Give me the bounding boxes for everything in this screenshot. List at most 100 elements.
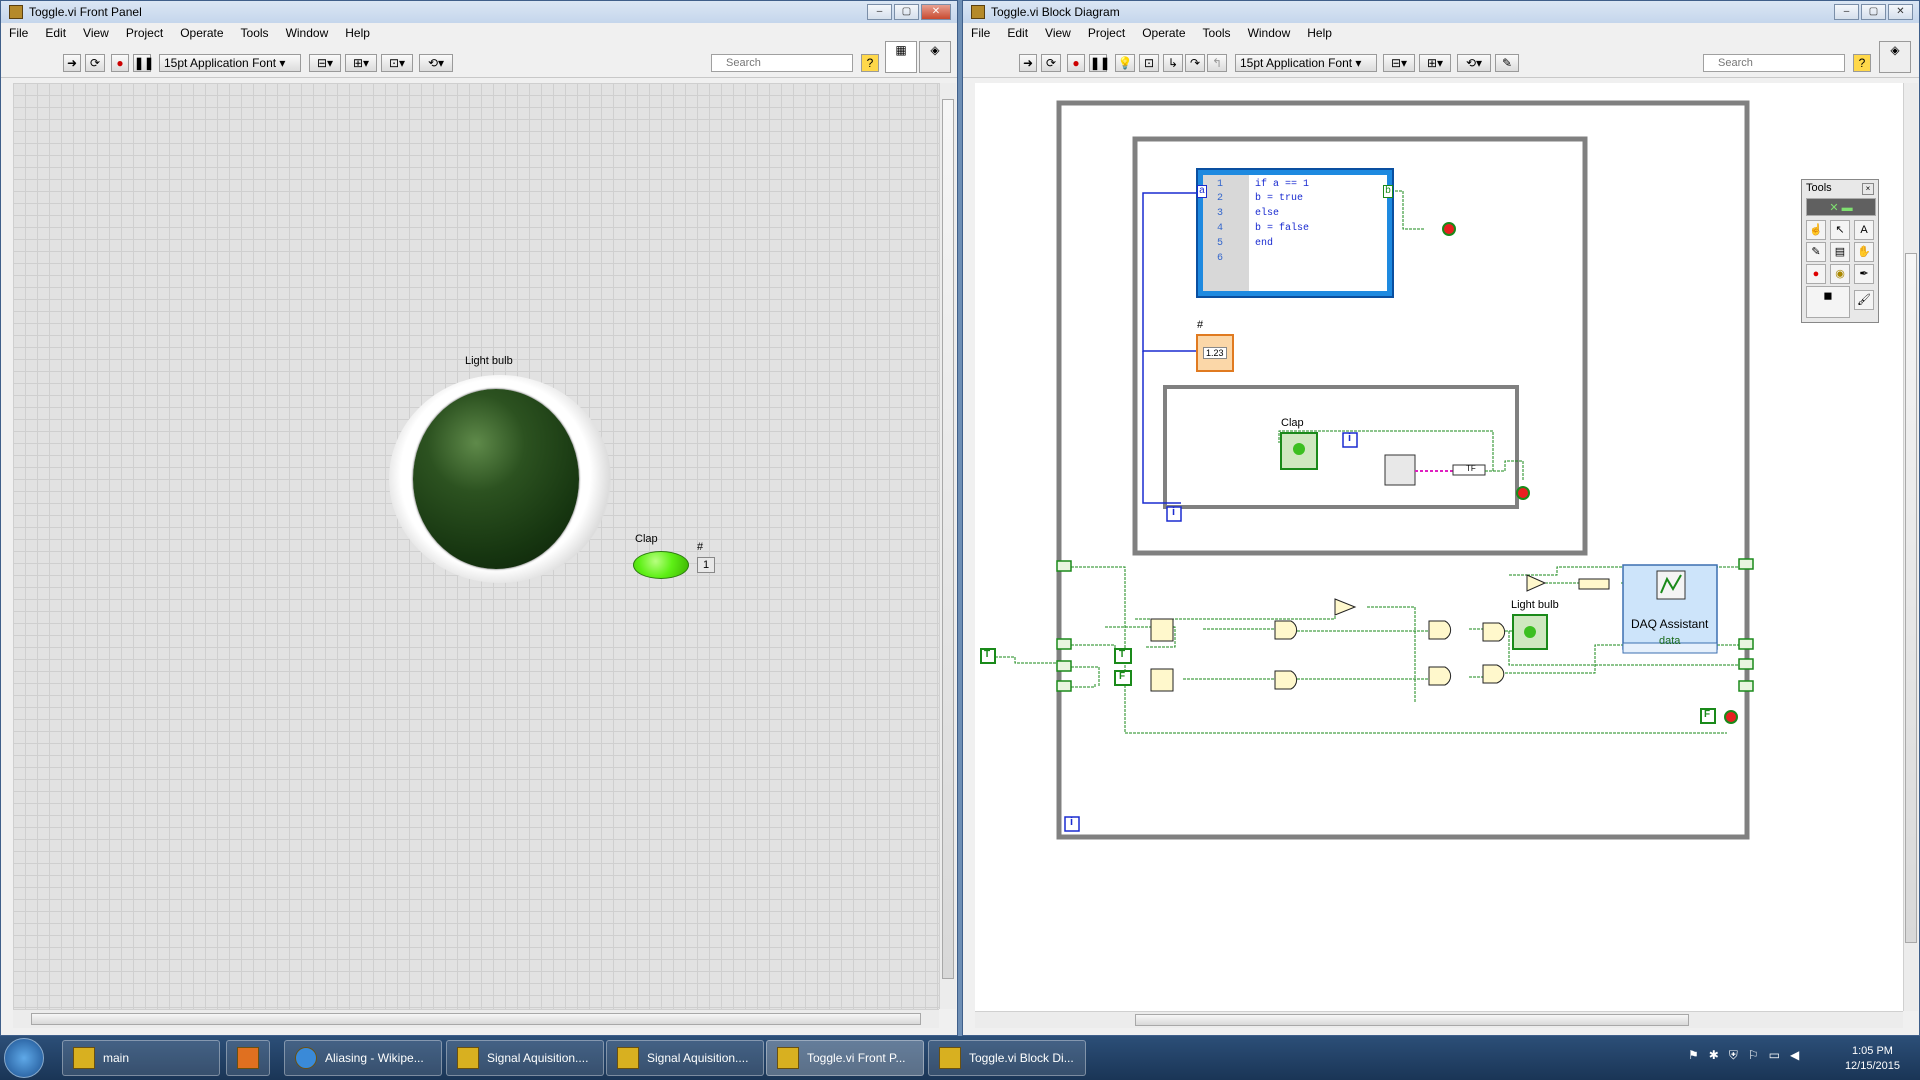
menu-tools[interactable]: Tools [241, 26, 269, 40]
reorder-icon[interactable]: ⟲▾ [419, 54, 453, 72]
run-arrow-icon[interactable]: ➜ [1019, 54, 1037, 72]
front-panel-vertical-scrollbar[interactable] [939, 83, 956, 1009]
search-input[interactable]: Search [1703, 54, 1845, 72]
minimize-button[interactable]: – [867, 4, 892, 20]
menu-operate[interactable]: Operate [1142, 26, 1185, 40]
menu-window[interactable]: Window [286, 26, 329, 40]
start-button[interactable] [4, 1038, 44, 1078]
front-panel-canvas[interactable]: Light bulb Clap # 1 [13, 83, 939, 1009]
shield-icon[interactable]: ⛨ [1729, 1048, 1738, 1068]
pause-icon[interactable]: ❚❚ [133, 54, 154, 72]
maximize-button[interactable]: ▢ [1861, 4, 1886, 20]
align-objects-icon[interactable]: ⊟▾ [1383, 54, 1415, 72]
menu-tools[interactable]: Tools [1203, 26, 1231, 40]
menu-view[interactable]: View [1045, 26, 1071, 40]
run-continuously-icon[interactable]: ⟳ [1041, 54, 1061, 72]
maximize-button[interactable]: ▢ [894, 4, 919, 20]
block-diagram-canvas[interactable]: a b 1 2 3 4 5 6 if a == 1 b = true else … [975, 83, 1903, 1011]
clean-up-diagram-icon[interactable]: ✎ [1495, 54, 1519, 72]
pause-icon[interactable]: ❚❚ [1089, 54, 1110, 72]
clock-time: 1:05 PM [1851, 1045, 1893, 1057]
connect-wire-tool-icon[interactable]: ✎ [1806, 242, 1826, 262]
close-button[interactable]: ✕ [1888, 4, 1913, 20]
help-icon[interactable]: ? [1853, 54, 1871, 72]
front-panel-horizontal-scrollbar[interactable] [13, 1009, 939, 1028]
minimize-button[interactable]: – [1834, 4, 1859, 20]
shortcut-menu-tool-icon[interactable]: ▤ [1830, 242, 1850, 262]
align-objects-icon[interactable]: ⊟▾ [309, 54, 341, 72]
menu-window[interactable]: Window [1248, 26, 1291, 40]
automatic-tool-icon[interactable]: ✕ ▬ [1806, 198, 1876, 216]
script-line: if a == 1 [1255, 179, 1310, 190]
vi-icon[interactable]: ◈ [919, 41, 951, 73]
horizontal-scroll-thumb[interactable] [1135, 1014, 1689, 1026]
run-arrow-icon[interactable]: ➜ [63, 54, 81, 72]
set-color-tool-icon[interactable]: ◼ [1806, 286, 1850, 318]
block-diagram-titlebar[interactable]: Toggle.vi Block Diagram – ▢ ✕ [963, 1, 1919, 23]
system-clock[interactable]: 1:05 PM 12/15/2015 [1845, 1044, 1900, 1074]
network-icon[interactable]: ⚑ [1688, 1048, 1699, 1068]
step-into-icon[interactable]: ↳ [1163, 54, 1183, 72]
taskbar-item-block-diagram[interactable]: Toggle.vi Block Di... [928, 1040, 1086, 1076]
close-button[interactable]: ✕ [921, 4, 951, 20]
step-over-icon[interactable]: ↷ [1185, 54, 1205, 72]
menu-project[interactable]: Project [126, 26, 163, 40]
volume-icon[interactable]: ◀ [1790, 1048, 1799, 1068]
taskbar-item-browser[interactable]: Aliasing - Wikipe... [284, 1040, 442, 1076]
menu-edit[interactable]: Edit [1007, 26, 1028, 40]
probe-tool-icon[interactable]: ◉ [1830, 264, 1850, 284]
distribute-objects-icon[interactable]: ⊞▾ [345, 54, 377, 72]
menu-view[interactable]: View [83, 26, 109, 40]
taskbar-item-front-panel[interactable]: Toggle.vi Front P... [766, 1040, 924, 1076]
font-select[interactable]: 15pt Application Font ▾ [1235, 54, 1377, 72]
script-code-area[interactable]: 1 2 3 4 5 6 if a == 1 b = true else b = … [1203, 175, 1387, 291]
breakpoint-tool-icon[interactable]: ● [1806, 264, 1826, 284]
distribute-objects-icon[interactable]: ⊞▾ [1419, 54, 1451, 72]
menu-file[interactable]: File [9, 26, 28, 40]
edit-text-tool-icon[interactable]: A [1854, 220, 1874, 240]
abort-icon[interactable]: ● [111, 54, 129, 72]
get-color-tool-icon[interactable]: ✒ [1854, 264, 1874, 284]
retain-wire-values-icon[interactable]: ⊡ [1139, 54, 1159, 72]
resize-objects-icon[interactable]: ⊡▾ [381, 54, 413, 72]
paint-brush-tool-icon[interactable]: 🖌 [1854, 290, 1874, 310]
tools-palette-close-icon[interactable]: × [1862, 183, 1874, 195]
horizontal-scroll-thumb[interactable] [31, 1013, 921, 1025]
block-diagram-horizontal-scrollbar[interactable] [975, 1011, 1903, 1028]
scroll-tool-icon[interactable]: ✋ [1854, 242, 1874, 262]
menu-operate[interactable]: Operate [180, 26, 223, 40]
reorder-icon[interactable]: ⟲▾ [1457, 54, 1491, 72]
taskbar-item-main[interactable]: main [62, 1040, 220, 1076]
menu-project[interactable]: Project [1088, 26, 1125, 40]
vertical-scroll-thumb[interactable] [1905, 253, 1917, 943]
run-continuously-icon[interactable]: ⟳ [85, 54, 105, 72]
taskbar-item-signal-2[interactable]: Signal Aquisition.... [606, 1040, 764, 1076]
shift-register-left-4 [1056, 680, 1072, 692]
abort-icon[interactable]: ● [1067, 54, 1085, 72]
menu-file[interactable]: File [971, 26, 990, 40]
front-panel-titlebar[interactable]: Toggle.vi Front Panel – ▢ ✕ [1, 1, 957, 23]
search-input[interactable]: Search [711, 54, 853, 72]
taskbar-label: Signal Aquisition.... [487, 1051, 589, 1065]
vi-icon[interactable]: ◈ [1879, 41, 1911, 73]
tools-palette[interactable]: Tools × ✕ ▬ ☝ ↖ A ✎ ▤ ✋ ● ◉ ✒ ◼ 🖌 [1801, 179, 1879, 323]
help-icon[interactable]: ? [861, 54, 879, 72]
menu-edit[interactable]: Edit [45, 26, 66, 40]
block-diagram-vertical-scrollbar[interactable] [1903, 83, 1918, 1011]
font-select[interactable]: 15pt Application Font ▾ [159, 54, 301, 72]
operate-value-tool-icon[interactable]: ☝ [1806, 220, 1826, 240]
step-out-icon[interactable]: ↰ [1207, 54, 1227, 72]
and-gate-1 [1274, 620, 1298, 640]
flag-icon[interactable]: ⚐ [1748, 1048, 1759, 1068]
menu-help[interactable]: Help [345, 26, 370, 40]
highlight-execution-icon[interactable]: 💡 [1115, 54, 1135, 72]
position-tool-icon[interactable]: ↖ [1830, 220, 1850, 240]
taskbar-item-media-player[interactable] [226, 1040, 270, 1076]
connector-pane-icon[interactable]: ▦ [885, 41, 917, 73]
menu-help[interactable]: Help [1307, 26, 1332, 40]
vertical-scroll-thumb[interactable] [942, 99, 954, 979]
taskbar-item-signal-1[interactable]: Signal Aquisition.... [446, 1040, 604, 1076]
bluetooth-icon[interactable]: ✱ [1709, 1048, 1719, 1068]
line-number: 5 [1217, 238, 1224, 249]
monitor-icon[interactable]: ▭ [1769, 1048, 1780, 1068]
